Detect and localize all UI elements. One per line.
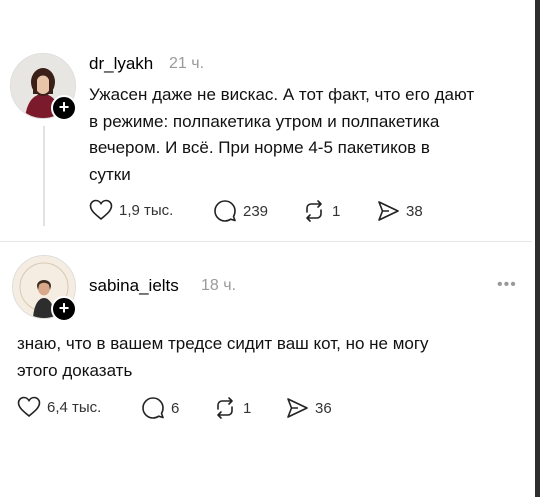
comment-count: 239 [243,202,269,220]
post-text-line: вечером. И всё. При норме 4-5 пакетиков … [89,138,430,157]
post-text: Ужасен даже не вискас. А тот факт, что е… [89,82,474,188]
username[interactable]: dr_lyakh [89,54,153,74]
like-button[interactable]: 6,4 тыс. [17,396,101,418]
repost-button[interactable]: 1 [302,199,340,223]
share-button[interactable]: 36 [285,396,332,420]
post-text-line: сутки [89,164,131,184]
like-button[interactable]: 1,9 тыс. [89,199,173,221]
follow-button[interactable]: + [51,95,77,121]
comment-button[interactable]: 6 [141,396,179,420]
post-text-line: этого доказать [17,360,133,380]
heart-icon [89,199,113,221]
repost-icon [306,200,322,222]
post-text: знаю, что в вашем тредсе сидит ваш кот, … [17,331,429,384]
post-text-line: Ужасен даже не вискас. А тот факт, что е… [89,85,475,104]
heart-icon [17,396,41,418]
repost-button[interactable]: 1 [213,396,251,420]
share-count: 38 [406,202,423,220]
more-options-button[interactable]: ••• [497,276,517,294]
post-actions: 6,4 тыс. 6 1 36 [17,396,417,420]
username[interactable]: sabina_ielts [89,276,179,296]
repost-count: 1 [243,399,252,417]
like-count: 1,9 тыс. [119,201,174,219]
share-icon [378,201,399,221]
post-text-line: в режиме: полпакетика утром и полпакетик… [89,111,440,131]
post-text-line: знаю, что в вашем тредсе сидит ваш кот, … [17,334,429,353]
comment-button[interactable]: 239 [213,199,268,223]
share-button[interactable]: 38 [376,199,423,223]
post-time: 18 ч. [201,277,237,294]
share-icon [287,398,308,418]
post-time: 21 ч. [169,55,205,72]
comment-icon [142,397,164,419]
share-count: 36 [315,399,332,417]
comment-icon [214,200,236,222]
post-actions: 1,9 тыс. 239 1 38 [89,199,489,223]
repost-icon [217,397,233,419]
screen-edge [535,0,540,497]
post-divider [0,241,532,242]
like-count: 6,4 тыс. [47,398,102,416]
repost-count: 1 [332,202,341,220]
follow-button[interactable]: + [51,296,77,322]
thread-line [43,126,45,226]
comment-count: 6 [171,399,180,417]
